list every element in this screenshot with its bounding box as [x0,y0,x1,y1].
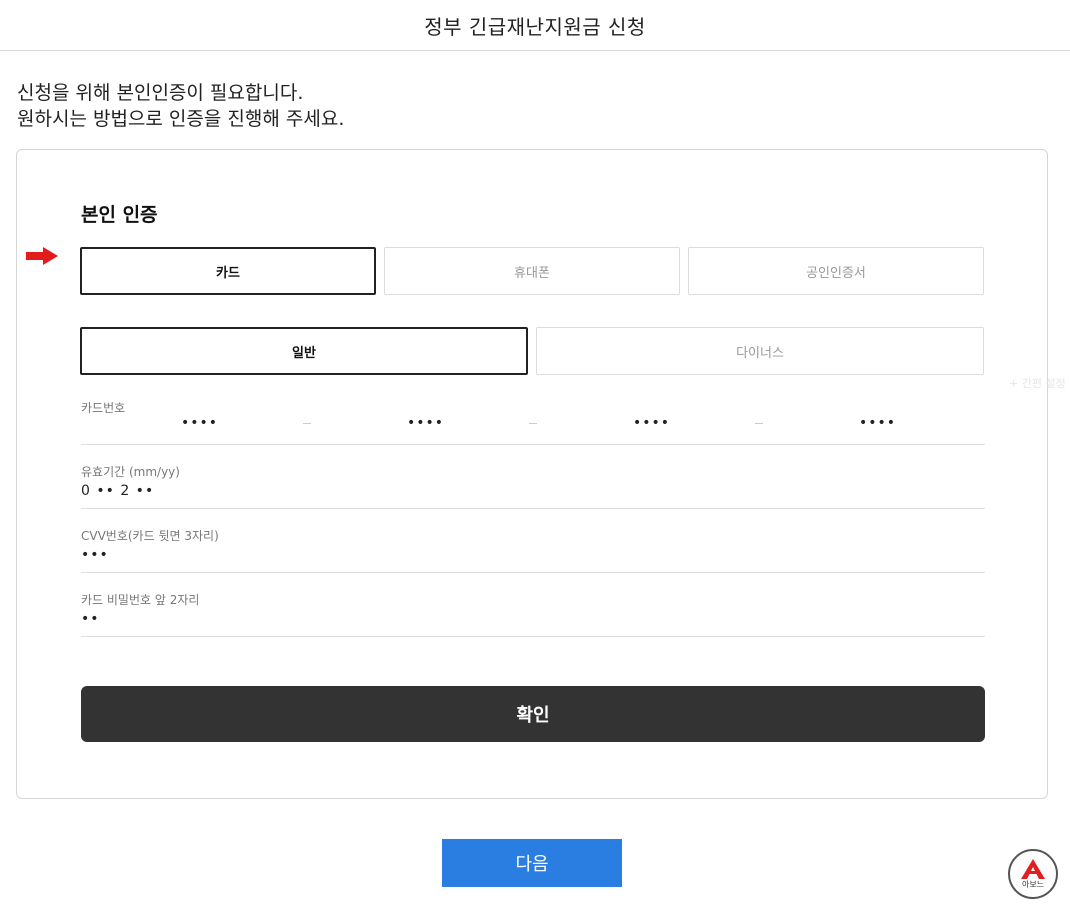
auth-title: 본인 인증 [81,204,158,226]
card-number-separator [303,423,311,424]
arrow-right-icon [26,247,58,265]
tab-card[interactable]: 카드 [80,247,376,295]
faint-overlay-text: + 간편 설정 [1009,377,1066,390]
card-number-separator [529,423,537,424]
card-number-separator [755,423,763,424]
intro-line-1: 신청을 위해 본인인증이 필요합니다. [17,82,304,104]
card-number-label: 카드번호 [81,401,126,415]
cvv-value[interactable]: ••• [81,547,109,563]
tab-certificate-label: 공인인증서 [806,265,866,281]
auth-panel: 본인 인증 카드 휴대폰 공인인증서 일반 다이너스 카드번호 •••• •••… [16,149,1048,799]
pin-field[interactable]: 카드 비밀번호 앞 2자리 •• [81,587,985,637]
expiry-value[interactable]: 0 •• 2 •• [81,483,154,499]
pin-label: 카드 비밀번호 앞 2자리 [81,593,200,607]
tab-certificate[interactable]: 공인인증서 [688,247,984,295]
next-button-label: 다음 [515,854,549,875]
cvv-field[interactable]: CVV번호(카드 뒷면 3자리) ••• [81,523,985,573]
cvv-label: CVV번호(카드 뒷면 3자리) [81,529,219,543]
tab-phone-label: 휴대폰 [514,265,550,281]
logo-mark-icon [1021,859,1045,879]
card-type-diners[interactable]: 다이너스 [536,327,984,375]
intro-line-2: 원하시는 방법으로 인증을 진행해 주세요. [17,108,345,130]
card-number-segment-4[interactable]: •••• [859,415,896,431]
logo-text: 아보느 [1021,880,1045,889]
expiry-label: 유효기간 (mm/yy) [81,465,180,479]
tab-card-label: 카드 [216,265,240,281]
confirm-button[interactable]: 확인 [81,686,985,742]
card-number-segment-2[interactable]: •••• [407,415,444,431]
expiry-field[interactable]: 유효기간 (mm/yy) 0 •• 2 •• [81,459,985,509]
intro-text: 신청을 위해 본인인증이 필요합니다. 원하시는 방법으로 인증을 진행해 주세… [17,80,344,132]
card-type-general[interactable]: 일반 [80,327,528,375]
pin-value[interactable]: •• [81,611,100,627]
card-type-diners-label: 다이너스 [736,345,784,361]
tab-phone[interactable]: 휴대폰 [384,247,680,295]
logo: 아보느 [1008,849,1058,899]
card-type-general-label: 일반 [292,345,316,361]
card-number-segment-3[interactable]: •••• [633,415,670,431]
card-number-field[interactable]: 카드번호 •••• •••• •••• •••• [81,395,985,445]
confirm-button-label: 확인 [516,705,550,726]
page-title: 정부 긴급재난지원금 신청 [424,15,646,39]
page-header: 정부 긴급재난지원금 신청 [0,0,1070,51]
next-button[interactable]: 다음 [442,839,622,887]
card-number-segment-1[interactable]: •••• [181,415,218,431]
